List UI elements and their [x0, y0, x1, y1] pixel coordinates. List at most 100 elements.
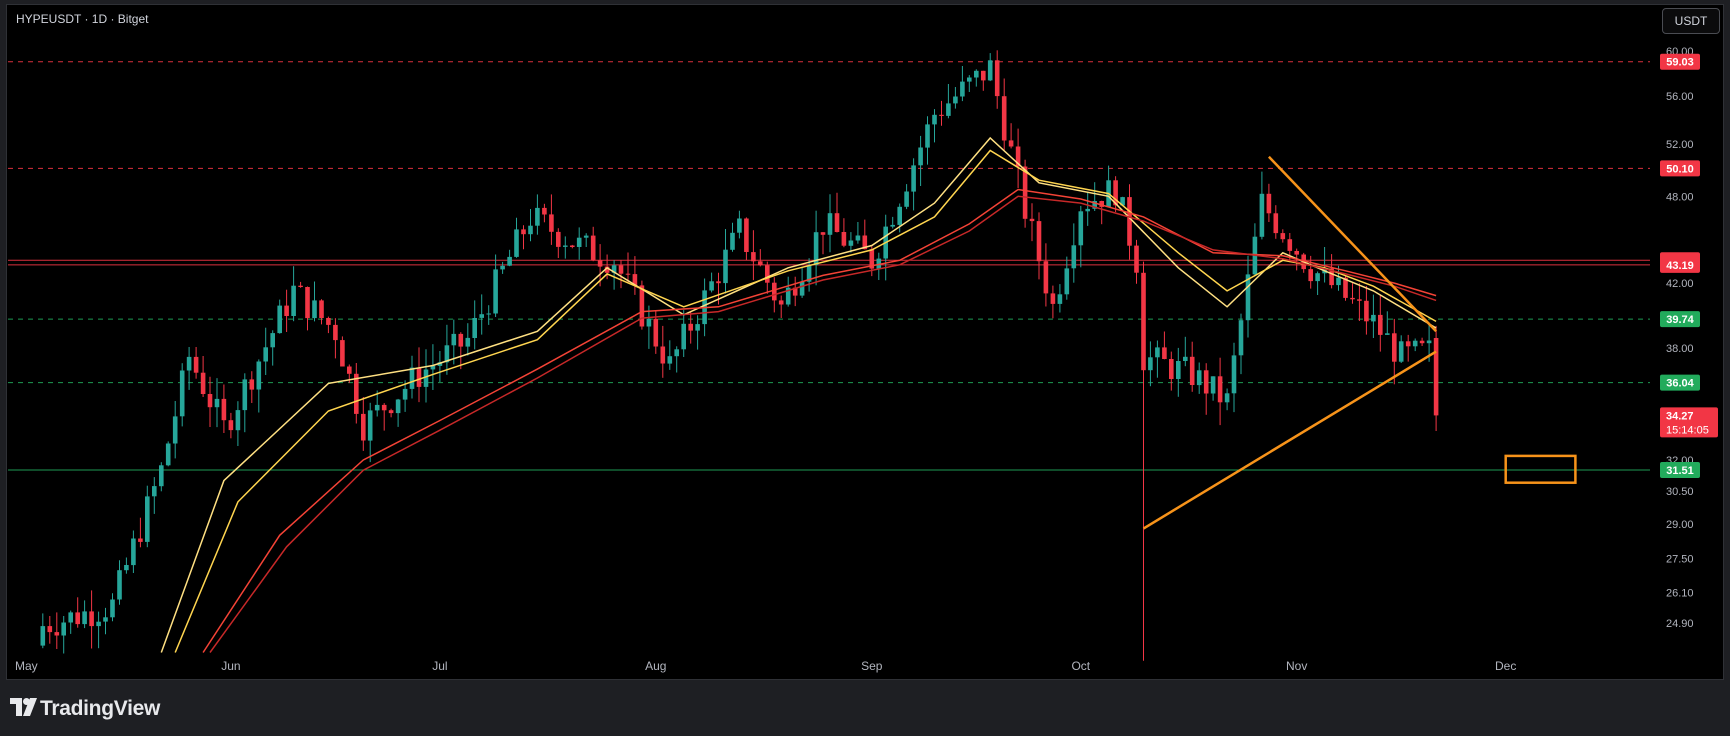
brand-footer [0, 680, 1730, 736]
candle-body [981, 70, 986, 81]
candle-body [827, 213, 833, 235]
brand-name: TradingView [40, 697, 161, 720]
candle-body [897, 206, 902, 225]
candle-body [1057, 294, 1063, 304]
candle-body [834, 213, 840, 232]
candle-body [500, 265, 505, 270]
candle-body [249, 379, 255, 390]
candle-body [263, 347, 268, 362]
candle-body [340, 340, 345, 367]
candle-body [54, 632, 60, 636]
candle-body [472, 318, 477, 338]
candle-body [1036, 221, 1042, 262]
candle-body [681, 323, 686, 350]
candle-body [402, 388, 408, 400]
candle-body [1176, 361, 1181, 379]
y-tick-label: 27.50 [1666, 554, 1694, 566]
x-tick-label: Jul [432, 659, 447, 673]
candle-body [374, 404, 380, 411]
candle-body [514, 229, 519, 257]
candle-body [709, 281, 714, 291]
y-tick-label: 26.10 [1666, 588, 1694, 600]
candle-body [312, 300, 317, 319]
candle-body [416, 367, 422, 387]
candle-body [946, 103, 951, 116]
candle-body [507, 256, 512, 266]
candle-body [1238, 320, 1244, 356]
candle-body [597, 260, 603, 267]
candle-body [695, 324, 700, 331]
x-tick-label: Oct [1071, 659, 1090, 673]
candle-body [716, 281, 721, 284]
candle-body [618, 265, 624, 274]
x-tick-label: Sep [861, 659, 883, 673]
price-level-label: 43.19 [1666, 260, 1694, 272]
candle-body [1189, 356, 1195, 385]
price-level-label: 39.74 [1666, 314, 1694, 326]
candle-body [367, 410, 373, 441]
candle-body [1008, 140, 1014, 147]
candle-body [1357, 299, 1362, 301]
candle-body [1426, 340, 1432, 344]
candle-body [47, 626, 53, 633]
candle-body [381, 404, 387, 411]
candle-body [200, 372, 206, 394]
price-chart[interactable]: 60.0056.0052.0048.0042.0038.0032.0030.50… [0, 0, 1730, 680]
candle-body [1433, 338, 1439, 416]
candle-body [319, 300, 324, 318]
candle-body [1022, 166, 1028, 219]
candle-body [159, 465, 164, 487]
candle-body [583, 235, 589, 238]
candle-body [1043, 261, 1049, 294]
candle-body [1162, 347, 1167, 359]
candle-body [124, 565, 129, 571]
candle-body [1398, 341, 1404, 362]
descending-trendline [1267, 155, 1438, 333]
candle-body [270, 333, 275, 348]
candle-body [737, 218, 742, 233]
candle-body [1350, 297, 1355, 300]
candle-body [256, 361, 262, 390]
candle-body [820, 232, 826, 235]
candle-body [841, 232, 847, 246]
candle-body [423, 369, 429, 387]
candle-body [1392, 333, 1397, 362]
candle-body [646, 318, 652, 327]
candle-body [221, 398, 227, 421]
candle-body [1371, 314, 1376, 322]
candle-body [1294, 251, 1299, 255]
y-tick-label: 42.00 [1666, 278, 1694, 290]
y-tick-label: 24.90 [1666, 618, 1694, 630]
candle-body [172, 416, 178, 444]
candle-body [305, 287, 310, 319]
candle-body [660, 346, 666, 364]
candle-body [1315, 273, 1320, 282]
candle-body [131, 538, 136, 566]
candle-body [186, 356, 192, 371]
candle-body [918, 147, 923, 166]
candle-body [1134, 245, 1139, 273]
ema-line [160, 136, 1437, 653]
price-level-label: 59.03 [1666, 57, 1694, 69]
x-tick-label: May [15, 659, 38, 673]
y-tick-label: 48.00 [1666, 191, 1694, 203]
target-box [1504, 454, 1577, 484]
candle-body [388, 410, 394, 414]
candle-body [1064, 268, 1070, 295]
y-tick-label: 30.50 [1666, 486, 1694, 498]
x-tick-label: Dec [1495, 659, 1516, 673]
symbol-title: HYPEUSDT · 1D · Bitget [16, 12, 149, 26]
candle-body [535, 207, 540, 226]
candle-body [542, 207, 547, 215]
price-level-label: 50.10 [1666, 163, 1694, 175]
candle-body [347, 366, 352, 374]
currency-button[interactable]: USDT [1662, 8, 1720, 34]
y-tick-label: 29.00 [1666, 519, 1694, 531]
candle-body [974, 70, 979, 78]
candle-body [723, 249, 728, 284]
candle-body [458, 333, 464, 347]
candle-body [967, 77, 972, 82]
candle-body [890, 224, 895, 227]
candle-body [960, 81, 965, 97]
candle-body [765, 265, 770, 283]
